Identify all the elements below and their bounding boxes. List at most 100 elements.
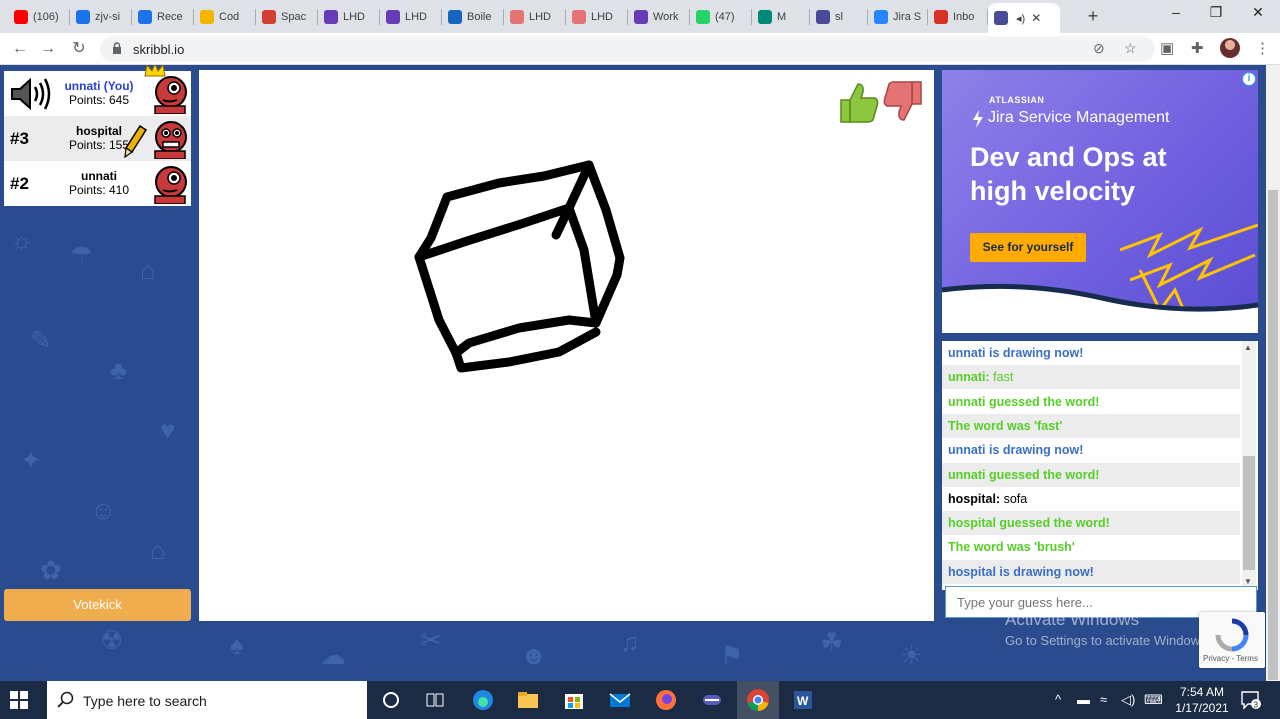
page-scrollbar-thumb[interactable] (1268, 190, 1278, 680)
chat-message: hospital is drawing now! (942, 559, 1240, 584)
chat-text: unnati is drawing now! (948, 443, 1084, 458)
browser-tab[interactable]: (47) (690, 3, 752, 30)
player-row: #2 unnati Points: 410 (4, 161, 191, 206)
ad-info-icon[interactable]: i (1242, 72, 1256, 86)
volume-icon[interactable]: ◁) (1121, 692, 1135, 708)
browser-tab[interactable]: Inbo (928, 3, 988, 30)
tab-favicon-icon (696, 9, 710, 24)
word-icon[interactable]: W (790, 687, 816, 713)
tab-favicon-icon (994, 11, 1008, 25)
file-explorer-icon[interactable] (515, 687, 541, 713)
drawing-strokes (414, 160, 625, 373)
tab-label: Work (653, 10, 679, 23)
microsoft-store-icon[interactable] (561, 687, 587, 713)
task-view-icon[interactable] (422, 687, 448, 713)
browser-tab[interactable]: Spac (256, 3, 318, 30)
recaptcha-icon (1215, 618, 1249, 652)
ad-headline: high velocity (970, 176, 1136, 206)
scroll-up-arrow-icon[interactable]: ▲ (1244, 343, 1252, 352)
chat-scrollbar-thumb[interactable] (1243, 456, 1255, 570)
puzzle-icon[interactable]: ✚ (1191, 39, 1204, 57)
browser-tab[interactable]: LHD (566, 3, 628, 30)
browser-tab[interactable]: LHD (504, 3, 566, 30)
avatar (154, 166, 187, 204)
recaptcha-badge[interactable]: Privacy - Terms (1199, 612, 1265, 668)
forward-button[interactable]: → (37, 38, 59, 60)
recaptcha-links[interactable]: Privacy - Terms (1203, 654, 1258, 663)
back-button[interactable]: ← (9, 38, 31, 60)
drawing-canvas[interactable] (199, 70, 934, 621)
player-name: unnati (81, 169, 117, 183)
chat-box: unnati is drawing now! unnati: fast unnati… (942, 341, 1258, 590)
browser-tab-strip: (106) zjv-si Rece Cod Spac LHD LHD Boile LHD LHD W… (0, 0, 1280, 33)
browser-tab[interactable]: zjv-si (70, 3, 132, 30)
tab-label: LHD (405, 10, 428, 23)
windows-start-icon[interactable] (10, 691, 28, 709)
browser-tab[interactable]: Work (628, 3, 690, 30)
taskbar-search-box[interactable]: Type here to search (47, 681, 367, 719)
tab-favicon-icon (572, 9, 586, 24)
jira-advertisement[interactable]: i ATLASSIAN Jira Service Management Dev … (942, 70, 1258, 333)
player-rank: #2 (10, 174, 29, 193)
tab-label: Jira S (893, 10, 922, 23)
browser-tab[interactable]: Cod (194, 3, 256, 30)
thumbs-up-icon[interactable] (838, 80, 880, 124)
profile-avatar[interactable] (1220, 38, 1240, 58)
cortana-icon[interactable] (378, 687, 404, 713)
browser-tab[interactable]: LHD (380, 3, 442, 30)
clock[interactable]: 7:54 AM 1/17/2021 (1172, 684, 1232, 716)
tab-audio-icon[interactable]: ◂) (1016, 12, 1025, 25)
thumbs-down-icon[interactable] (882, 80, 924, 124)
battery-icon[interactable]: ▬ (1077, 692, 1090, 707)
speaker-icon[interactable] (9, 77, 53, 111)
browser-tab[interactable]: sl (810, 3, 868, 30)
chevron-up-icon[interactable]: ^ (1055, 692, 1061, 707)
lock-icon (113, 42, 121, 54)
eye-off-icon[interactable]: ⊘ (1093, 40, 1105, 57)
chat-message: unnati is drawing now! (942, 341, 1240, 365)
tab-favicon-icon (874, 9, 888, 24)
browser-tab[interactable]: Jira S (868, 3, 928, 30)
new-tab-button[interactable]: + (1082, 5, 1104, 27)
chat-text: unnati is drawing now! (948, 346, 1084, 360)
address-bar[interactable]: skribbl.io ⊘ ☆ (100, 36, 1155, 62)
tab-favicon-icon (14, 9, 28, 24)
reload-button[interactable]: ↻ (68, 38, 90, 60)
close-window-button[interactable]: ✕ (1238, 4, 1278, 26)
browser-tab[interactable]: LHD (318, 3, 380, 30)
chrome-taskbar-button[interactable] (737, 681, 779, 719)
extension-icon[interactable]: ▣ (1160, 39, 1174, 57)
wifi-icon[interactable]: ≈ (1100, 692, 1107, 707)
firefox-icon[interactable] (653, 687, 679, 713)
chat-text: The word was 'brush' (948, 540, 1075, 555)
browser-tab[interactable]: Rece (132, 3, 194, 30)
vscode-icon[interactable] (699, 687, 725, 713)
maximize-button[interactable]: ❐ (1196, 4, 1236, 26)
chat-message: unnati guessed the word! (942, 462, 1240, 487)
page-scrollbar[interactable] (1266, 65, 1280, 681)
browser-tab[interactable]: Boile (442, 3, 504, 30)
ad-cta-button[interactable]: See for yourself (970, 233, 1086, 262)
notification-icon[interactable]: 3 (1240, 690, 1262, 710)
tab-label: Cod (219, 10, 240, 23)
edge-icon[interactable] (470, 687, 496, 713)
mail-icon[interactable] (607, 687, 633, 713)
menu-icon[interactable]: ⋮ (1255, 39, 1270, 57)
chat-text: unnati guessed the word! (948, 394, 1100, 409)
scroll-down-arrow-icon[interactable]: ▼ (1244, 577, 1252, 586)
activate-windows-title: Activate Windows (1005, 610, 1140, 629)
keyboard-icon[interactable]: ⌨ (1144, 692, 1163, 708)
browser-tab[interactable]: ◂) ✕ (988, 3, 1060, 33)
chat-message: hospital: sofa (942, 487, 1240, 511)
minimize-button[interactable]: – (1156, 4, 1196, 26)
bookmark-star-icon[interactable]: ☆ (1124, 40, 1137, 57)
votekick-button[interactable]: Votekick (4, 589, 191, 621)
tab-favicon-icon (200, 9, 214, 24)
browser-tab[interactable]: (106) (8, 3, 70, 30)
browser-tab[interactable]: M (752, 3, 810, 30)
close-tab-icon[interactable]: ✕ (1031, 11, 1041, 25)
tab-label: (47) (715, 10, 735, 23)
chat-sender: hospital: (948, 491, 1004, 506)
chat-sender: unnati: (948, 370, 994, 385)
chat-text: hospital is drawing now! (948, 564, 1094, 579)
